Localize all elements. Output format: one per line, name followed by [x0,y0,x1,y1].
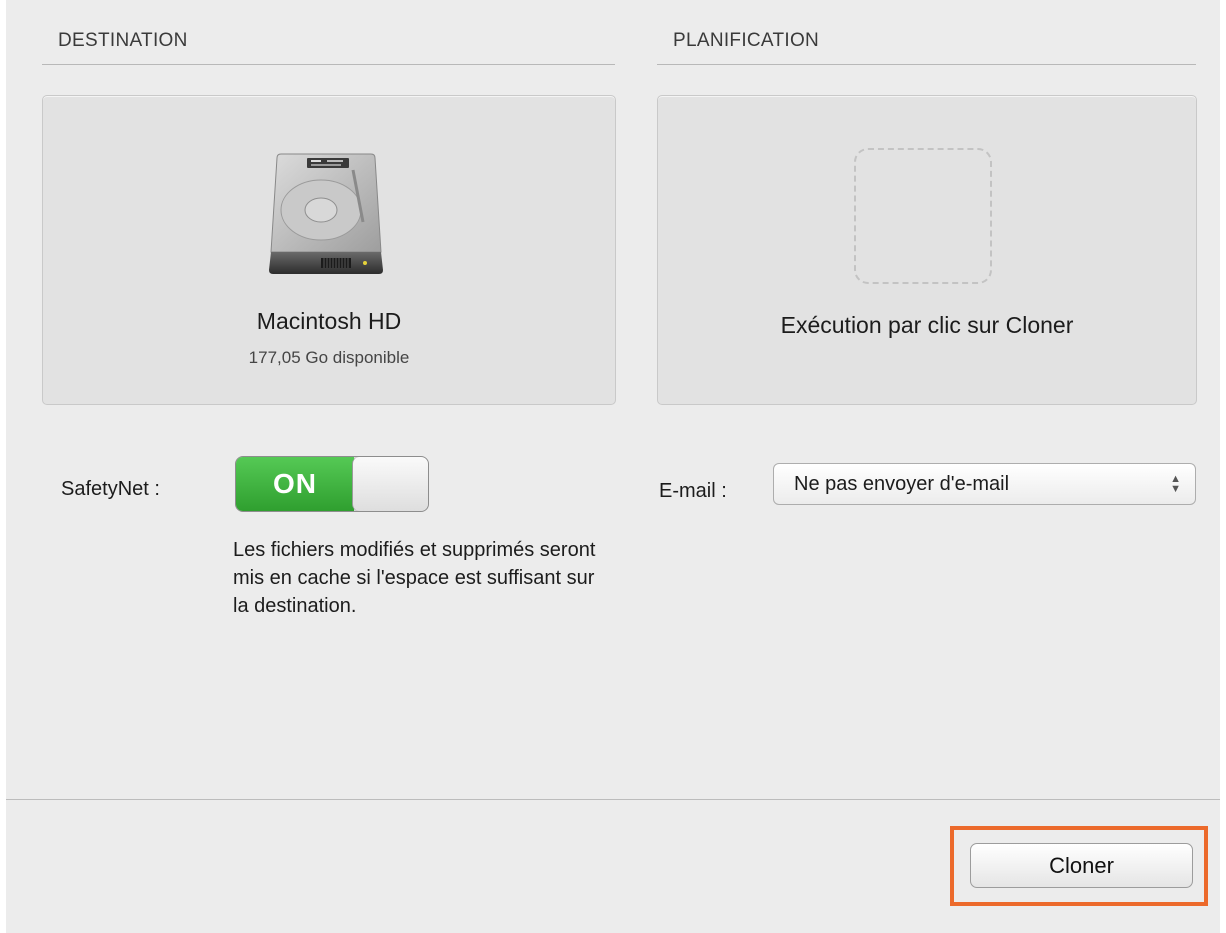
email-label: E-mail : [659,480,727,502]
safetynet-label: SafetyNet : [61,478,160,500]
safetynet-description: Les fichiers modifiés et supprimés seron… [233,539,596,617]
disk-available-space: 177,05 Go disponible [248,348,410,367]
disk-name: Macintosh HD [256,308,402,334]
updown-arrows-icon: ▲ ▼ [1170,473,1181,495]
schedule-header: PLANIFICATION [657,30,1196,65]
toggle-on-label: ON [236,457,354,511]
hard-drive-icon [269,153,383,274]
schedule-placeholder-icon [854,148,992,284]
email-selected-value: Ne pas envoyer d'e-mail [794,473,1010,495]
footer-divider [6,799,1220,800]
schedule-panel[interactable]: Exécution par clic sur Cloner [657,95,1197,405]
clone-settings-window: DESTINATION PLANIFICATION Macintosh HD 1… [0,0,1226,933]
destination-panel[interactable]: Macintosh HD 177,05 Go disponible [42,95,616,405]
schedule-run-label: Exécution par clic sur Cloner [780,312,1074,338]
destination-header: DESTINATION [42,30,615,65]
safetynet-toggle[interactable]: ON [235,456,429,512]
email-select[interactable]: Ne pas envoyer d'e-mail ▲ ▼ [773,463,1196,505]
clone-button[interactable]: Cloner [970,843,1193,888]
toggle-knob[interactable] [352,457,428,511]
